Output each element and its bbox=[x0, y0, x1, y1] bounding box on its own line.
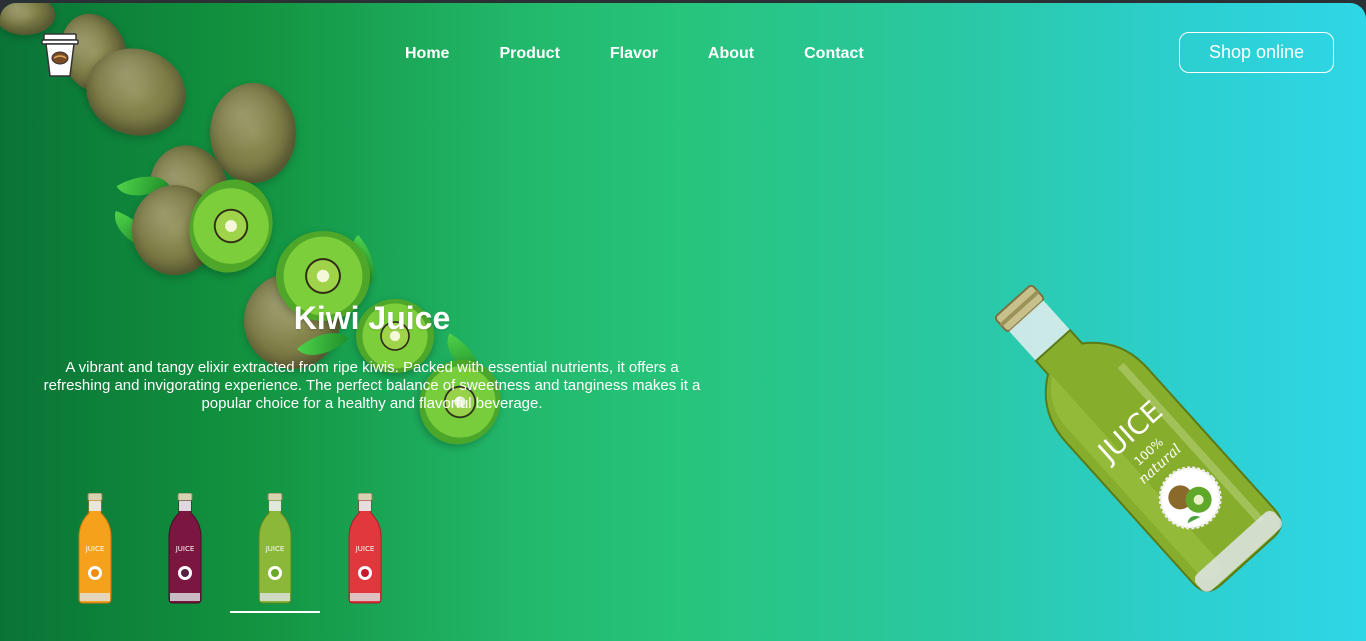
nav-about-link[interactable]: About bbox=[708, 44, 754, 64]
nav-product-link[interactable]: Product bbox=[499, 44, 559, 64]
coffee-cup-icon bbox=[41, 33, 79, 77]
nav-flavor-link[interactable]: Flavor bbox=[610, 44, 658, 64]
strawberry-juice-bottle-icon: JUICE bbox=[348, 493, 382, 604]
logo[interactable] bbox=[40, 30, 80, 80]
kiwi-fruit-image bbox=[76, 37, 196, 147]
leaf-image bbox=[116, 163, 170, 209]
kiwi-fruit-image bbox=[210, 83, 296, 183]
flavor-thumb-kiwi[interactable]: JUICE bbox=[230, 493, 320, 613]
main-nav: Home Product Flavor About Contact bbox=[405, 44, 914, 64]
svg-text:JUICE: JUICE bbox=[175, 545, 195, 553]
hero-bottle-image: JUICE 100% natural bbox=[940, 241, 1320, 621]
svg-text:JUICE: JUICE bbox=[85, 545, 105, 553]
kiwi-fruit-image bbox=[139, 136, 239, 244]
grape-juice-bottle-icon: JUICE bbox=[168, 493, 202, 604]
flavor-thumb-strawberry[interactable]: JUICE bbox=[320, 493, 410, 613]
shop-online-button[interactable]: Shop online bbox=[1179, 32, 1334, 73]
leaf-image bbox=[338, 235, 388, 287]
flavor-thumb-orange[interactable]: JUICE bbox=[50, 493, 140, 613]
svg-text:JUICE: JUICE bbox=[355, 545, 375, 553]
product-description: A vibrant and tangy elixir extracted fro… bbox=[43, 359, 701, 412]
hero-section: Home Product Flavor About Contact Shop o… bbox=[0, 3, 1366, 641]
kiwi-juice-bottle-icon: JUICE bbox=[258, 493, 292, 604]
svg-text:JUICE: JUICE bbox=[265, 545, 285, 553]
nav-contact-link[interactable]: Contact bbox=[804, 44, 864, 64]
leaf-image bbox=[106, 210, 160, 252]
flavor-thumb-grape[interactable]: JUICE bbox=[140, 493, 230, 613]
orange-juice-bottle-icon: JUICE bbox=[78, 493, 112, 604]
kiwi-slice-image bbox=[177, 168, 285, 284]
nav-home-link[interactable]: Home bbox=[405, 44, 449, 64]
selected-flavor-indicator bbox=[230, 611, 320, 613]
product-title: Kiwi Juice bbox=[293, 300, 451, 336]
kiwi-fruit-image bbox=[132, 185, 218, 275]
